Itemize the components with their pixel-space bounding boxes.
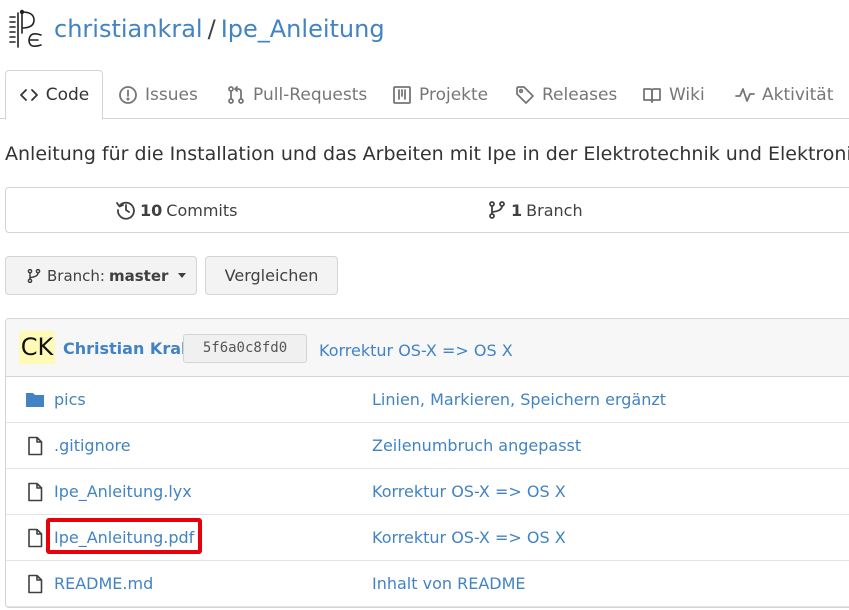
repo-tabs: Code Issues Pull-Requests Projekte Relea… <box>0 70 849 120</box>
repo-title-separator: / <box>207 15 216 43</box>
chevron-down-icon <box>178 273 187 278</box>
tab-pull-requests-label: Pull-Requests <box>253 84 368 105</box>
tab-releases[interactable]: Releases <box>515 70 617 119</box>
branch-label: Branch <box>526 200 583 220</box>
repo-header: christiankral / Ipe_Anleitung <box>8 6 385 52</box>
repo-name-link[interactable]: Ipe_Anleitung <box>221 15 385 43</box>
file-name-link[interactable]: pics <box>54 390 86 409</box>
branch-count: 1 <box>511 200 523 220</box>
branch-icon <box>489 201 505 219</box>
tab-code[interactable]: Code <box>5 70 103 120</box>
project-icon <box>393 85 411 104</box>
file-name-link[interactable]: .gitignore <box>54 436 131 455</box>
tab-issues[interactable]: Issues <box>118 70 198 119</box>
file-commit-message-link[interactable]: Korrektur OS-X => OS X <box>372 528 566 547</box>
repo-stats: 10 Commits 1 Branch <box>5 187 849 233</box>
tab-releases-label: Releases <box>542 84 618 105</box>
branch-selector-value: master <box>108 266 169 285</box>
commits-stat[interactable]: 10 Commits <box>116 188 237 232</box>
file-commit-message-link[interactable]: Inhalt von README <box>372 574 526 593</box>
file-name-link[interactable]: Ipe_Anleitung.lyx <box>54 482 192 501</box>
file-icon <box>28 436 43 456</box>
branch-selector-prefix: Branch: <box>47 266 105 285</box>
file-commit-message-link[interactable]: Linien, Markieren, Speichern ergänzt <box>372 390 666 409</box>
file-icon <box>28 528 43 548</box>
table-row: Ipe_Anleitung.pdf Korrektur OS-X => OS X <box>6 515 849 561</box>
branch-selector-button[interactable]: Branch: master <box>5 256 197 295</box>
file-commit-message-link[interactable]: Korrektur OS-X => OS X <box>372 482 566 501</box>
tab-issues-label: Issues <box>145 84 198 105</box>
pulse-icon <box>735 87 755 102</box>
commit-author-link[interactable]: Christian Kral <box>63 339 187 358</box>
file-name-link[interactable]: Ipe_Anleitung.pdf <box>54 528 194 547</box>
book-icon <box>643 87 661 103</box>
table-row: pics Linien, Markieren, Speichern ergänz… <box>6 377 849 423</box>
repo-owner-link[interactable]: christiankral <box>54 15 203 43</box>
file-name-link[interactable]: README.md <box>54 574 153 593</box>
commit-sha-button[interactable]: 5f6a0c8fd0 <box>183 334 307 363</box>
table-row: Ipe_Anleitung.lyx Korrektur OS-X => OS X <box>6 469 849 515</box>
history-icon <box>116 201 135 220</box>
tag-icon <box>516 85 534 104</box>
tab-wiki-label: Wiki <box>669 84 705 105</box>
tab-projects-label: Projekte <box>419 84 489 105</box>
commits-label: Commits <box>166 200 238 220</box>
compare-button[interactable]: Vergleichen <box>205 256 338 295</box>
table-row: .gitignore Zeilenumbruch angepasst <box>6 423 849 469</box>
pull-request-icon <box>228 85 244 104</box>
repo-logo-icon <box>9 9 42 48</box>
file-table: CK Christian Kral 5f6a0c8fd0 Korrektur O… <box>5 318 849 608</box>
avatar[interactable]: CK <box>19 331 55 364</box>
commit-message-link[interactable]: Korrektur OS-X => OS X <box>319 341 513 360</box>
code-icon <box>19 89 38 101</box>
tab-activity[interactable]: Aktivität <box>735 70 833 119</box>
tab-pull-requests[interactable]: Pull-Requests <box>226 70 367 119</box>
commits-count: 10 <box>140 200 163 220</box>
file-icon <box>28 482 43 502</box>
repo-title: christiankral / Ipe_Anleitung <box>54 15 385 43</box>
file-icon <box>28 574 43 594</box>
branch-stat[interactable]: 1 Branch <box>487 188 583 232</box>
table-row: README.md Inhalt von README <box>6 561 849 607</box>
tab-wiki[interactable]: Wiki <box>642 70 705 119</box>
branch-icon <box>27 268 41 283</box>
tab-activity-label: Aktivität <box>762 84 834 105</box>
tab-code-label: Code <box>45 85 90 105</box>
folder-icon <box>26 393 44 407</box>
repo-description: Anleitung für die Installation und das A… <box>5 143 849 165</box>
latest-commit-row: CK Christian Kral 5f6a0c8fd0 Korrektur O… <box>6 319 849 377</box>
tab-projects[interactable]: Projekte <box>392 70 488 119</box>
file-commit-message-link[interactable]: Zeilenumbruch angepasst <box>372 436 581 455</box>
issue-icon <box>119 85 137 104</box>
